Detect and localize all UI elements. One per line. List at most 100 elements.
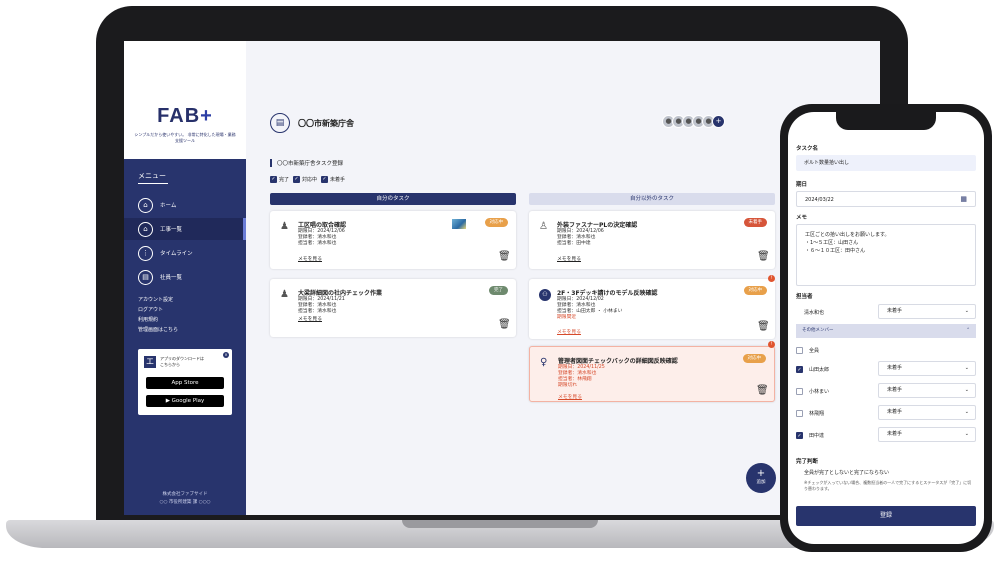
- member-checkbox[interactable]: ✓: [796, 365, 803, 373]
- task-register-title[interactable]: 〇〇市新築庁舎タスク登録: [270, 159, 343, 167]
- memo-link[interactable]: メモを見る: [298, 315, 322, 322]
- home-icon: ⌂: [138, 197, 153, 213]
- complete-rule-label: 完了判断: [796, 459, 819, 465]
- admin-link[interactable]: 管理画面はこちら: [138, 326, 178, 333]
- add-task-button[interactable]: + 追加: [746, 463, 776, 493]
- task-card[interactable]: ♀ 管理者図面チェックバックの詳細図反映確認 期限日：2024/11/25 登録者…: [529, 346, 775, 402]
- person-icon: ♙: [539, 221, 548, 232]
- timeline-icon: ⋮: [138, 245, 153, 261]
- app-store-button[interactable]: App Store: [146, 377, 224, 389]
- assignee-row: 清水和也 未着手 ⌄: [796, 303, 976, 321]
- chevron-down-icon: ⌄: [964, 365, 969, 371]
- task-meta: 期限日：2024/11/25 登録者：清水和也 担当者：林飛翔 期限切れ: [558, 365, 605, 388]
- member-row: 小林まい 未着手 ⌄: [796, 382, 976, 400]
- person-icon: ♟: [280, 289, 289, 300]
- chevron-up-icon: ⌃: [966, 328, 970, 333]
- filter-not-started[interactable]: ✓ 未着手: [321, 176, 345, 183]
- image-thumbnail[interactable]: [452, 219, 466, 229]
- filter-in-progress[interactable]: ✓ 対応中: [293, 176, 317, 183]
- project-icon: ▤: [270, 113, 290, 133]
- member-row: 林飛翔 未着手 ⌄: [796, 404, 976, 422]
- filter-done[interactable]: ✓ 完了: [270, 176, 289, 183]
- task-title: 2F・3Fデッキ請けのモデル反映確認: [557, 290, 658, 297]
- memo-link[interactable]: メモを見る: [557, 328, 581, 335]
- task-card[interactable]: ♟ 大梁詳細図の社内チェック作業 期限日：2024/11/21 登録者：清水和也担…: [270, 279, 516, 337]
- phone-screen: タスク名 ボルト数量拾い出し 期日 2024/03/22 ▦ メモ 工区ごとの拾…: [788, 112, 984, 544]
- task-card[interactable]: ♙ 外装ファスナーPLの決定確認 期限日：2024/12/06 登録者：清水和也担…: [529, 211, 775, 269]
- calendar-icon[interactable]: ▦: [960, 195, 967, 204]
- task-card[interactable]: ♟ 工区唱の取合確認 期限日：2024/12/06 登録者：清水和也 担当者：清水和…: [270, 211, 516, 269]
- memo-link[interactable]: メモを見る: [558, 393, 582, 400]
- status-badge: 対応中: [484, 218, 508, 227]
- close-icon[interactable]: ×: [223, 352, 229, 358]
- member-checkbox[interactable]: [796, 387, 803, 395]
- google-play-button[interactable]: ▶ Google Play: [146, 395, 224, 407]
- task-name-input[interactable]: ボルト数量拾い出し: [796, 155, 976, 171]
- account-settings-link[interactable]: アカウント設定: [138, 296, 173, 303]
- add-member-icon[interactable]: +: [712, 115, 725, 128]
- logo-tagline: シンプルだから使いやすい。 非常に特化した現場・業務支援ツール: [134, 132, 236, 143]
- memo-link[interactable]: メモを見る: [557, 255, 581, 262]
- complete-rule-note: ※チェックが入っていない場合、複数担当者の一人で完了にするとステータスが「完了」…: [804, 480, 972, 491]
- trash-icon[interactable]: 🗑: [498, 251, 511, 263]
- sidebar-item-label: タイムライン: [160, 251, 193, 257]
- complete-rule-text[interactable]: 全員が完了としないと完了にならない: [804, 469, 889, 476]
- sidebar-footer: 株式会社ファブサイド ○○ 市役所建築 課 ○○○: [159, 492, 211, 505]
- sidebar-item-employees[interactable]: ▤ 社員一覧: [124, 266, 246, 288]
- member-status-select[interactable]: 未着手 ⌄: [878, 405, 976, 420]
- status-filters: ✓ 完了 ✓ 対応中 ✓ 未着手: [270, 176, 349, 183]
- menu-divider: [138, 183, 168, 184]
- phone-notch: [836, 112, 936, 130]
- chevron-down-icon: ⌄: [964, 308, 969, 314]
- member-checkbox[interactable]: ✓: [796, 431, 803, 439]
- submit-button[interactable]: 登録: [796, 506, 976, 526]
- memo-link[interactable]: メモを見る: [298, 255, 322, 262]
- deadline-label: 期日: [796, 182, 808, 188]
- alert-icon: !: [768, 275, 775, 282]
- status-badge: 完了: [489, 286, 508, 295]
- plus-icon: +: [756, 468, 766, 479]
- trash-icon[interactable]: 🗑: [498, 319, 511, 331]
- assignee-name: 清水和也: [804, 309, 825, 316]
- sidebar-item-timeline[interactable]: ⋮ タイムライン: [124, 242, 246, 264]
- memo-textarea[interactable]: 工区ごとの拾い出しをお願いします。 ・1～５工区：山田さん ・６～１０工区：田中…: [796, 224, 976, 286]
- other-members-toggle[interactable]: その他メンバー ⌃: [796, 324, 976, 338]
- member-name: 小林まい: [809, 388, 830, 395]
- sidebar-item-home[interactable]: ⌂ ホーム: [124, 194, 246, 216]
- sidebar-item-label: ホーム: [160, 203, 177, 209]
- sidebar-item-construction-list[interactable]: ⌂ 工事一覧: [124, 218, 246, 240]
- app-download-card: エ アプリのダウンロードは こちらから × App Store ▶ Google…: [138, 349, 232, 415]
- task-title: 工区唱の取合確認: [298, 222, 347, 229]
- member-status-select[interactable]: 未着手 ⌄: [878, 361, 976, 376]
- checkbox-icon: ✓: [321, 176, 329, 183]
- member-checkbox[interactable]: [796, 346, 803, 354]
- assignee-status-select[interactable]: 未着手 ⌄: [878, 304, 976, 319]
- member-row: 全員: [796, 341, 976, 359]
- member-status-select[interactable]: 未着手 ⌄: [878, 427, 976, 442]
- member-name: 田中達: [809, 432, 825, 439]
- trash-icon[interactable]: 🗑: [756, 385, 769, 397]
- task-card[interactable]: ⚇ 2F・3Fデッキ請けのモデル反映確認 期限日：2024/12/02 登録者：清…: [529, 279, 775, 339]
- status-badge: 対応中: [742, 354, 766, 363]
- member-name: 林飛翔: [809, 410, 825, 417]
- logout-link[interactable]: ログアウト: [138, 306, 163, 313]
- page-title: 〇〇市新築庁舎: [298, 119, 354, 128]
- deadline-input[interactable]: 2024/03/22 ▦: [796, 191, 976, 207]
- checkbox-icon: ✓: [270, 176, 277, 183]
- member-name: 山田太郎: [809, 366, 830, 373]
- member-avatars[interactable]: ● ● ● ● ● +: [662, 115, 725, 128]
- trash-icon[interactable]: 🗑: [757, 251, 770, 263]
- member-status-select[interactable]: 未着手 ⌄: [878, 383, 976, 398]
- team-icon: ⚇: [539, 289, 551, 301]
- employees-icon: ▤: [138, 269, 153, 285]
- tab-my-tasks[interactable]: 自分のタスク: [270, 193, 516, 205]
- laptop-hinge: [402, 520, 598, 528]
- download-text: アプリのダウンロードは こちらから: [160, 356, 204, 367]
- trash-icon[interactable]: 🗑: [757, 321, 770, 333]
- checkbox-icon: ✓: [293, 176, 301, 183]
- terms-link[interactable]: 利用規約: [138, 316, 158, 323]
- status-badge: 対応中: [743, 286, 767, 295]
- app-icon: エ: [144, 356, 156, 368]
- member-checkbox[interactable]: [796, 409, 803, 417]
- tab-other-tasks[interactable]: 自分以外のタスク: [529, 193, 775, 205]
